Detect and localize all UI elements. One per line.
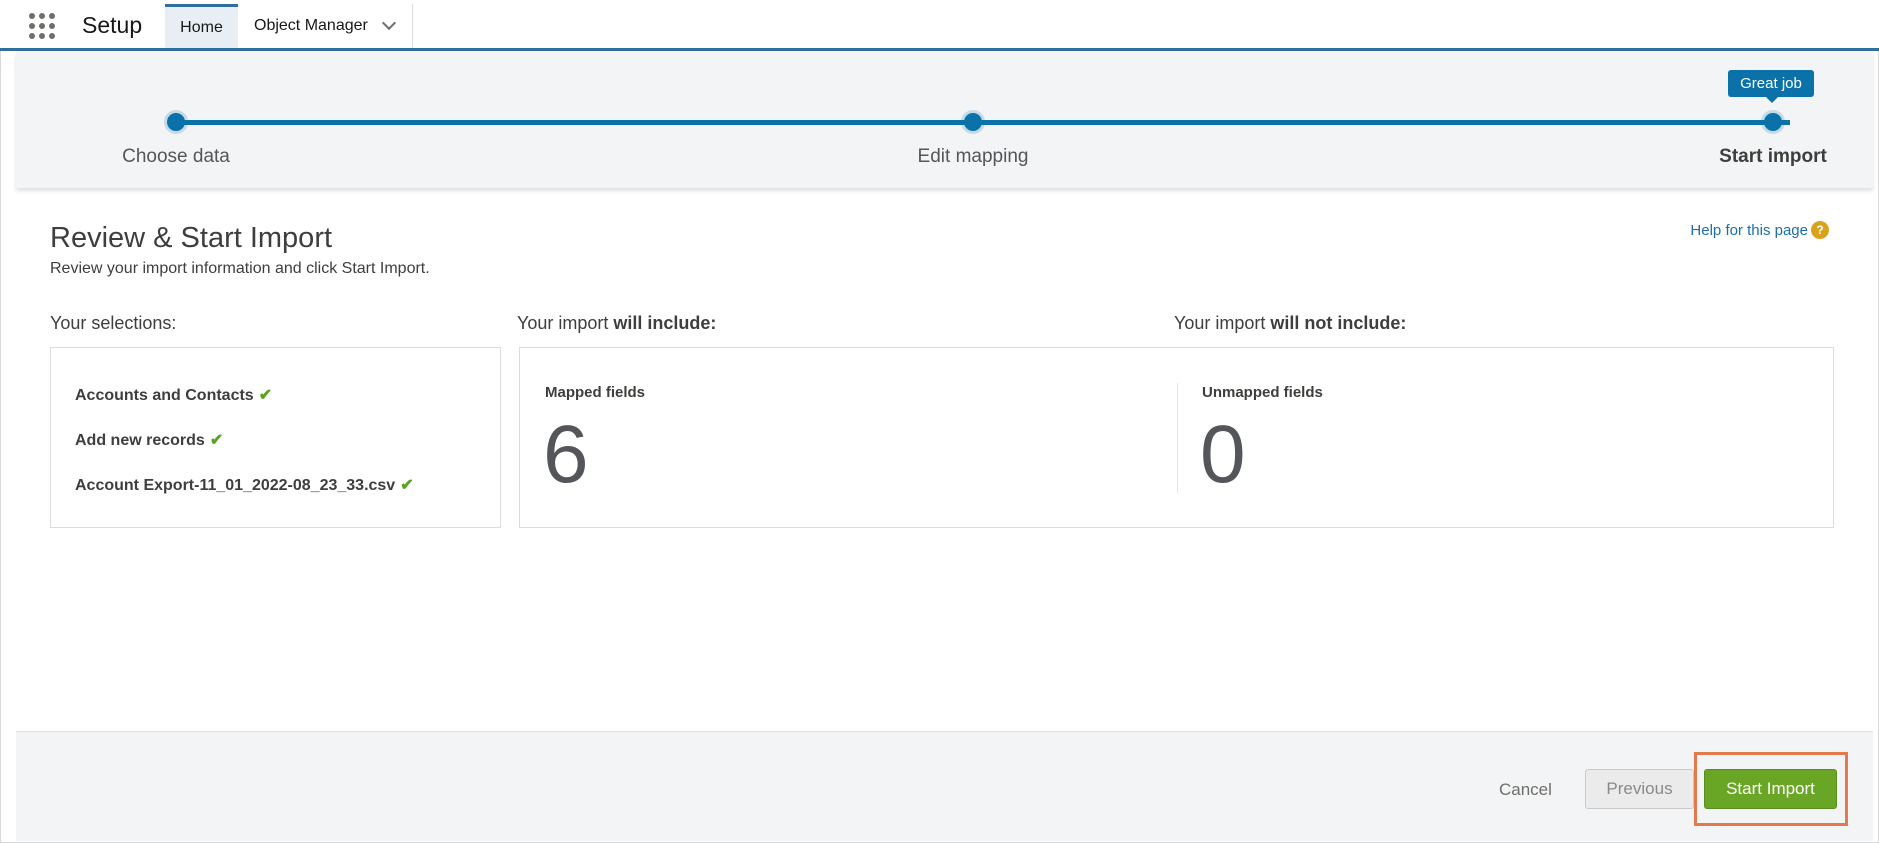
step-label-edit-mapping: Edit mapping: [917, 146, 1029, 167]
checkmark-icon: ✔: [209, 432, 224, 449]
progress-bar: [176, 120, 1790, 125]
exclude-heading: Your import will not include:: [1174, 313, 1406, 334]
help-icon[interactable]: ?: [1811, 221, 1829, 239]
help-link-label[interactable]: Help for this page: [1690, 222, 1808, 239]
selection-item: Accounts and Contacts ✔: [75, 385, 272, 405]
tab-home[interactable]: Home: [165, 4, 238, 48]
app-launcher-icon[interactable]: [29, 13, 55, 39]
divider: [1177, 383, 1178, 493]
exclude-heading-bold: will not include:: [1270, 313, 1407, 333]
selection-text: Accounts and Contacts: [75, 387, 254, 404]
selections-box: Accounts and Contacts ✔ Add new records ✔ …: [50, 347, 501, 528]
selection-text: Add new records: [75, 432, 205, 449]
exclude-heading-prefix: Your import: [1174, 313, 1271, 333]
summary-box: Mapped fields 6 Unmapped fields 0: [519, 347, 1834, 528]
chevron-down-icon[interactable]: [381, 15, 396, 31]
mapped-fields-count: 6: [543, 409, 589, 500]
page-title: Review & Start Import: [50, 222, 333, 254]
unmapped-fields-count: 0: [1200, 409, 1246, 500]
unmapped-fields-label: Unmapped fields: [1202, 384, 1323, 401]
great-job-tooltip: Great job: [1728, 70, 1814, 103]
step-label-choose-data: Choose data: [122, 146, 230, 167]
include-heading: Your import will include:: [517, 313, 716, 334]
checkmark-icon: ✔: [258, 387, 273, 404]
tab-object-manager-label: Object Manager: [254, 17, 368, 34]
step-dot-choose-data: [167, 113, 185, 131]
include-heading-prefix: Your import: [517, 313, 614, 333]
selection-item: Add new records ✔: [75, 430, 223, 450]
include-heading-bold: will include:: [613, 313, 717, 333]
mapped-fields-label: Mapped fields: [545, 384, 646, 401]
progress-indicator: Choose data Edit mapping Start import Gr…: [16, 51, 1873, 188]
highlight-annotation: [1694, 752, 1848, 826]
tab-home-label: Home: [180, 18, 223, 36]
top-nav: Setup Home Object Manager: [0, 0, 1879, 51]
selection-item: Account Export-11_01_2022-08_23_33.csv ✔: [75, 475, 414, 495]
checkmark-icon: ✔: [400, 477, 414, 494]
tab-object-manager[interactable]: Object Manager: [238, 4, 413, 48]
selections-heading: Your selections:: [50, 313, 177, 333]
step-dot-start-import: [1764, 113, 1782, 131]
step-dot-edit-mapping: [964, 113, 982, 131]
step-label-start-import: Start import: [1719, 146, 1827, 167]
cancel-button[interactable]: Cancel: [1499, 780, 1552, 800]
help-link[interactable]: Help for this page?: [1690, 221, 1829, 239]
previous-button[interactable]: Previous: [1585, 769, 1694, 809]
app-title: Setup: [82, 12, 143, 38]
selection-text: Account Export-11_01_2022-08_23_33.csv: [75, 477, 396, 494]
page-subtitle: Review your import information and click…: [50, 260, 430, 277]
